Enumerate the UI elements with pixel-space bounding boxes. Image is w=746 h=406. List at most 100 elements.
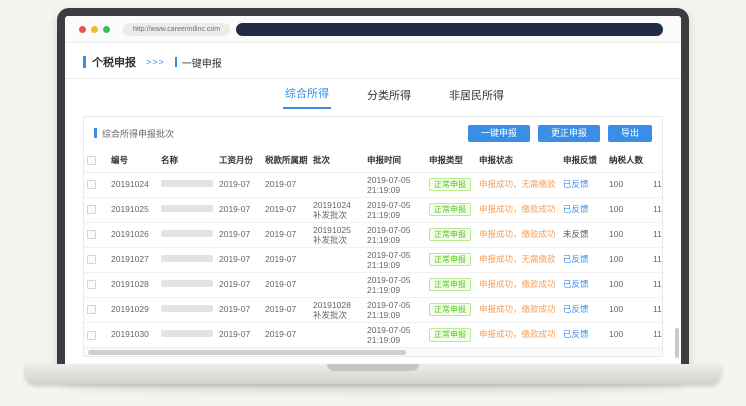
cell-extra: 11 — [650, 222, 662, 247]
batch-panel: 综合所得申报批次 一键申报 更正申报 导出 — [83, 116, 663, 357]
cell-time: 2019-07-05 21:19:09 — [364, 272, 426, 297]
row-checkbox[interactable] — [87, 280, 96, 289]
row-checkbox[interactable] — [87, 205, 96, 214]
horizontal-scrollbar-thumb[interactable] — [88, 350, 406, 355]
cell-status: 申报成功，缴款成功 — [476, 322, 560, 347]
cell-time: 2019-07-05 21:19:09 — [364, 247, 426, 272]
filing-type-badge: 正常申报 — [429, 178, 471, 192]
tab-nonresident-income[interactable]: 非居民所得 — [447, 87, 506, 109]
cell-status: 申报成功，缴款成功 — [476, 222, 560, 247]
cell-extra: 11 — [650, 297, 662, 322]
cell-taxpayers: 100 — [606, 322, 650, 347]
cell-salary-month: 2019-07 — [216, 197, 262, 222]
row-checkbox[interactable] — [87, 180, 96, 189]
cell-tax-period: 2019-07 — [262, 172, 310, 197]
cell-status: 申报成功，缴款成功 — [476, 272, 560, 297]
col-header-time: 申报时间 — [364, 149, 426, 172]
table-row[interactable]: 20191029 2019-07 2019-07 20191028 补发批次 2… — [84, 297, 662, 322]
redacted-name — [161, 180, 213, 187]
horizontal-scrollbar[interactable] — [84, 347, 662, 356]
filing-type-badge: 正常申报 — [429, 278, 471, 292]
cell-id: 20191026 — [108, 222, 158, 247]
cell-taxpayers: 100 — [606, 247, 650, 272]
vertical-scrollbar-thumb[interactable] — [675, 328, 679, 358]
col-header-name: 名称 — [158, 149, 216, 172]
batch-table: 编号 名称 工资月份 税款所属期 批次 申报时间 申报类型 申报状态 申报反馈 … — [84, 149, 662, 347]
cell-feedback: 未反馈 — [560, 222, 606, 247]
cell-time: 2019-07-05 21:19:09 — [364, 322, 426, 347]
cell-extra: 11 — [650, 172, 662, 197]
cell-feedback: 已反馈 — [560, 297, 606, 322]
col-header-feedback: 申报反馈 — [560, 149, 606, 172]
table-row[interactable]: 20191030 2019-07 2019-07 2019-07-05 21:1… — [84, 322, 662, 347]
laptop-frame: http://www.careerintlinc.com 个税申报 >>> 一键… — [57, 8, 689, 366]
table-row[interactable]: 20191028 2019-07 2019-07 2019-07-05 21:1… — [84, 272, 662, 297]
minimize-icon[interactable] — [91, 26, 98, 33]
title-accent-bar — [83, 56, 86, 68]
panel-title: 综合所得申报批次 — [102, 127, 174, 140]
redacted-name — [161, 330, 213, 337]
toolbar-decoration-bar — [236, 23, 663, 36]
col-header-type: 申报类型 — [426, 149, 476, 172]
maximize-icon[interactable] — [103, 26, 110, 33]
cell-time: 2019-07-05 21:19:09 — [364, 222, 426, 247]
cell-batch — [310, 272, 364, 297]
laptop-base — [25, 364, 721, 384]
cell-extra: 11 — [650, 247, 662, 272]
page-title: 个税申报 — [92, 54, 136, 70]
cell-taxpayers: 100 — [606, 172, 650, 197]
cell-tax-period: 2019-07 — [262, 297, 310, 322]
cell-status: 申报成功，缴款成功 — [476, 297, 560, 322]
cell-salary-month: 2019-07 — [216, 222, 262, 247]
row-checkbox[interactable] — [87, 230, 96, 239]
breadcrumb-arrows-icon: >>> — [146, 57, 165, 67]
address-bar[interactable]: http://www.careerintlinc.com — [123, 23, 230, 36]
cell-status: 申报成功，无需缴款 — [476, 172, 560, 197]
browser-toolbar: http://www.careerintlinc.com — [65, 16, 681, 43]
cell-id: 20191029 — [108, 297, 158, 322]
select-all-checkbox[interactable] — [87, 156, 96, 165]
cell-extra: 11 — [650, 322, 662, 347]
redacted-name — [161, 230, 213, 237]
page-content: 个税申报 >>> 一键申报 综合所得 分类所得 非居民所得 综合所得申报批次 一… — [65, 43, 681, 366]
table-row[interactable]: 20191024 2019-07 2019-07 2019-07-05 21:1… — [84, 172, 662, 197]
cell-batch — [310, 172, 364, 197]
cell-salary-month: 2019-07 — [216, 247, 262, 272]
row-checkbox[interactable] — [87, 331, 96, 340]
tab-comprehensive-income[interactable]: 综合所得 — [283, 85, 331, 109]
cell-feedback: 已反馈 — [560, 272, 606, 297]
cell-batch: 20191028 补发批次 — [310, 297, 364, 322]
income-type-tabs: 综合所得 分类所得 非居民所得 — [83, 79, 663, 109]
cell-tax-period: 2019-07 — [262, 222, 310, 247]
cell-salary-month: 2019-07 — [216, 172, 262, 197]
panel-header: 综合所得申报批次 一键申报 更正申报 导出 — [84, 117, 662, 149]
redacted-name — [161, 280, 213, 287]
cell-salary-month: 2019-07 — [216, 297, 262, 322]
batch-table-wrap: 编号 名称 工资月份 税款所属期 批次 申报时间 申报类型 申报状态 申报反馈 … — [84, 149, 662, 347]
col-header-taxpayers: 纳税人数 — [606, 149, 650, 172]
table-row[interactable]: 20191025 2019-07 2019-07 20191024 补发批次 2… — [84, 197, 662, 222]
correct-filing-button[interactable]: 更正申报 — [538, 125, 600, 142]
table-header-row: 编号 名称 工资月份 税款所属期 批次 申报时间 申报类型 申报状态 申报反馈 … — [84, 149, 662, 172]
cell-salary-month: 2019-07 — [216, 272, 262, 297]
tab-classified-income[interactable]: 分类所得 — [365, 87, 413, 109]
cell-batch — [310, 247, 364, 272]
one-click-file-button[interactable]: 一键申报 — [468, 125, 530, 142]
cell-batch — [310, 322, 364, 347]
close-icon[interactable] — [79, 26, 86, 33]
cell-time: 2019-07-05 21:19:09 — [364, 172, 426, 197]
row-checkbox[interactable] — [87, 255, 96, 264]
col-header-tax-period: 税款所属期 — [262, 149, 310, 172]
table-row[interactable]: 20191027 2019-07 2019-07 2019-07-05 21:1… — [84, 247, 662, 272]
cell-tax-period: 2019-07 — [262, 247, 310, 272]
row-checkbox[interactable] — [87, 305, 96, 314]
cell-status: 申报成功，缴款成功 — [476, 197, 560, 222]
export-button[interactable]: 导出 — [608, 125, 652, 142]
cell-feedback: 已反馈 — [560, 172, 606, 197]
filing-type-badge: 正常申报 — [429, 203, 471, 217]
redacted-name — [161, 255, 213, 262]
cell-tax-period: 2019-07 — [262, 272, 310, 297]
table-row[interactable]: 20191026 2019-07 2019-07 20191025 补发批次 2… — [84, 222, 662, 247]
cell-status: 申报成功，无需缴款 — [476, 247, 560, 272]
col-header-salary-month: 工资月份 — [216, 149, 262, 172]
